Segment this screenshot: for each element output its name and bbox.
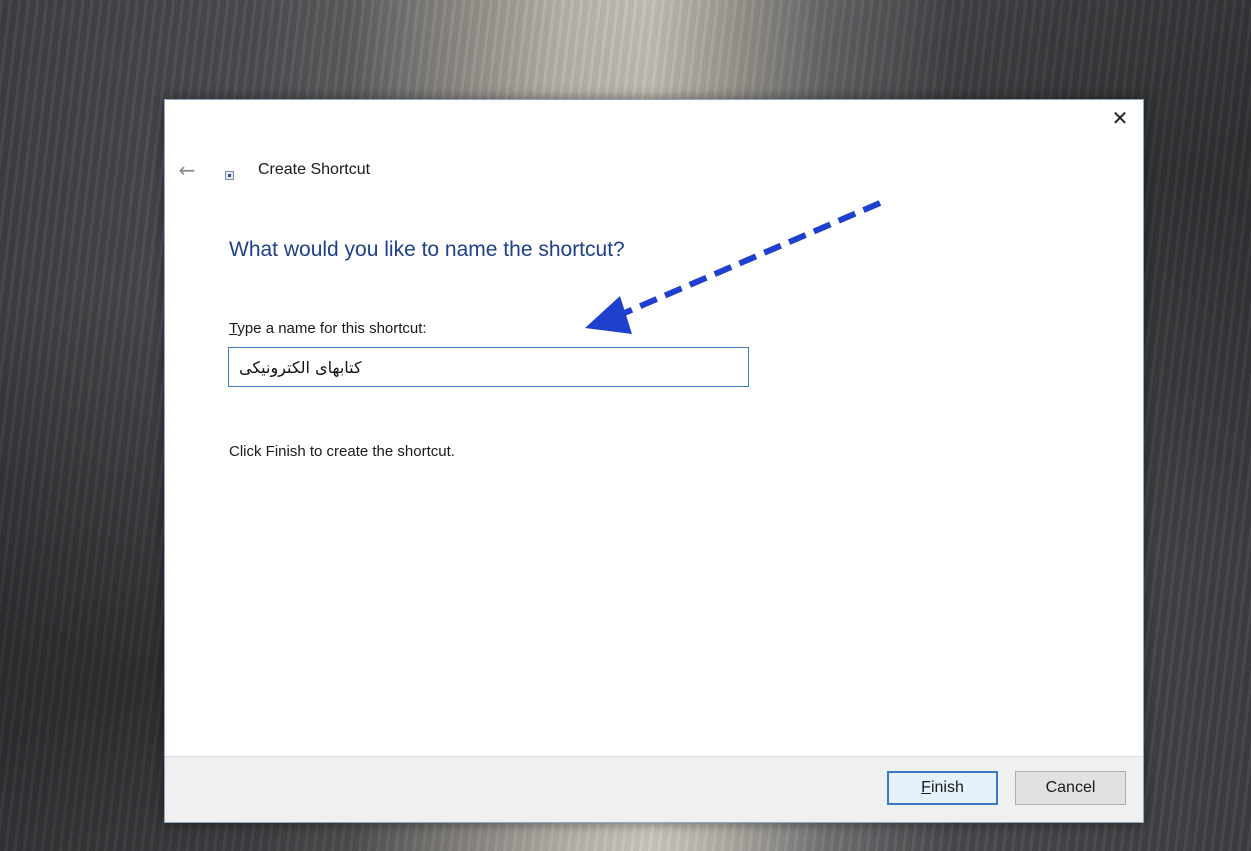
dialog-footer: Finish Cancel — [165, 756, 1143, 822]
shortcut-icon — [225, 171, 234, 180]
shortcut-name-input[interactable] — [228, 347, 749, 387]
page-heading: What would you like to name the shortcut… — [229, 238, 625, 261]
finish-mnemonic: F — [921, 779, 931, 796]
close-button[interactable]: ✕ — [1097, 100, 1143, 136]
cancel-button[interactable]: Cancel — [1015, 771, 1126, 805]
dialog-title: Create Shortcut — [258, 161, 371, 178]
finish-button[interactable]: Finish — [887, 771, 998, 805]
shortcut-name-label: Type a name for this shortcut: — [229, 320, 427, 337]
finish-label: inish — [930, 779, 964, 796]
back-button[interactable]: ← — [175, 158, 199, 182]
back-arrow-icon: ← — [178, 158, 196, 182]
label-text: ype a name for this shortcut: — [237, 320, 427, 337]
close-icon: ✕ — [1111, 106, 1129, 130]
finish-hint: Click Finish to create the shortcut. — [229, 443, 455, 460]
create-shortcut-dialog: ✕ ← Create Shortcut What would you like … — [164, 99, 1144, 823]
